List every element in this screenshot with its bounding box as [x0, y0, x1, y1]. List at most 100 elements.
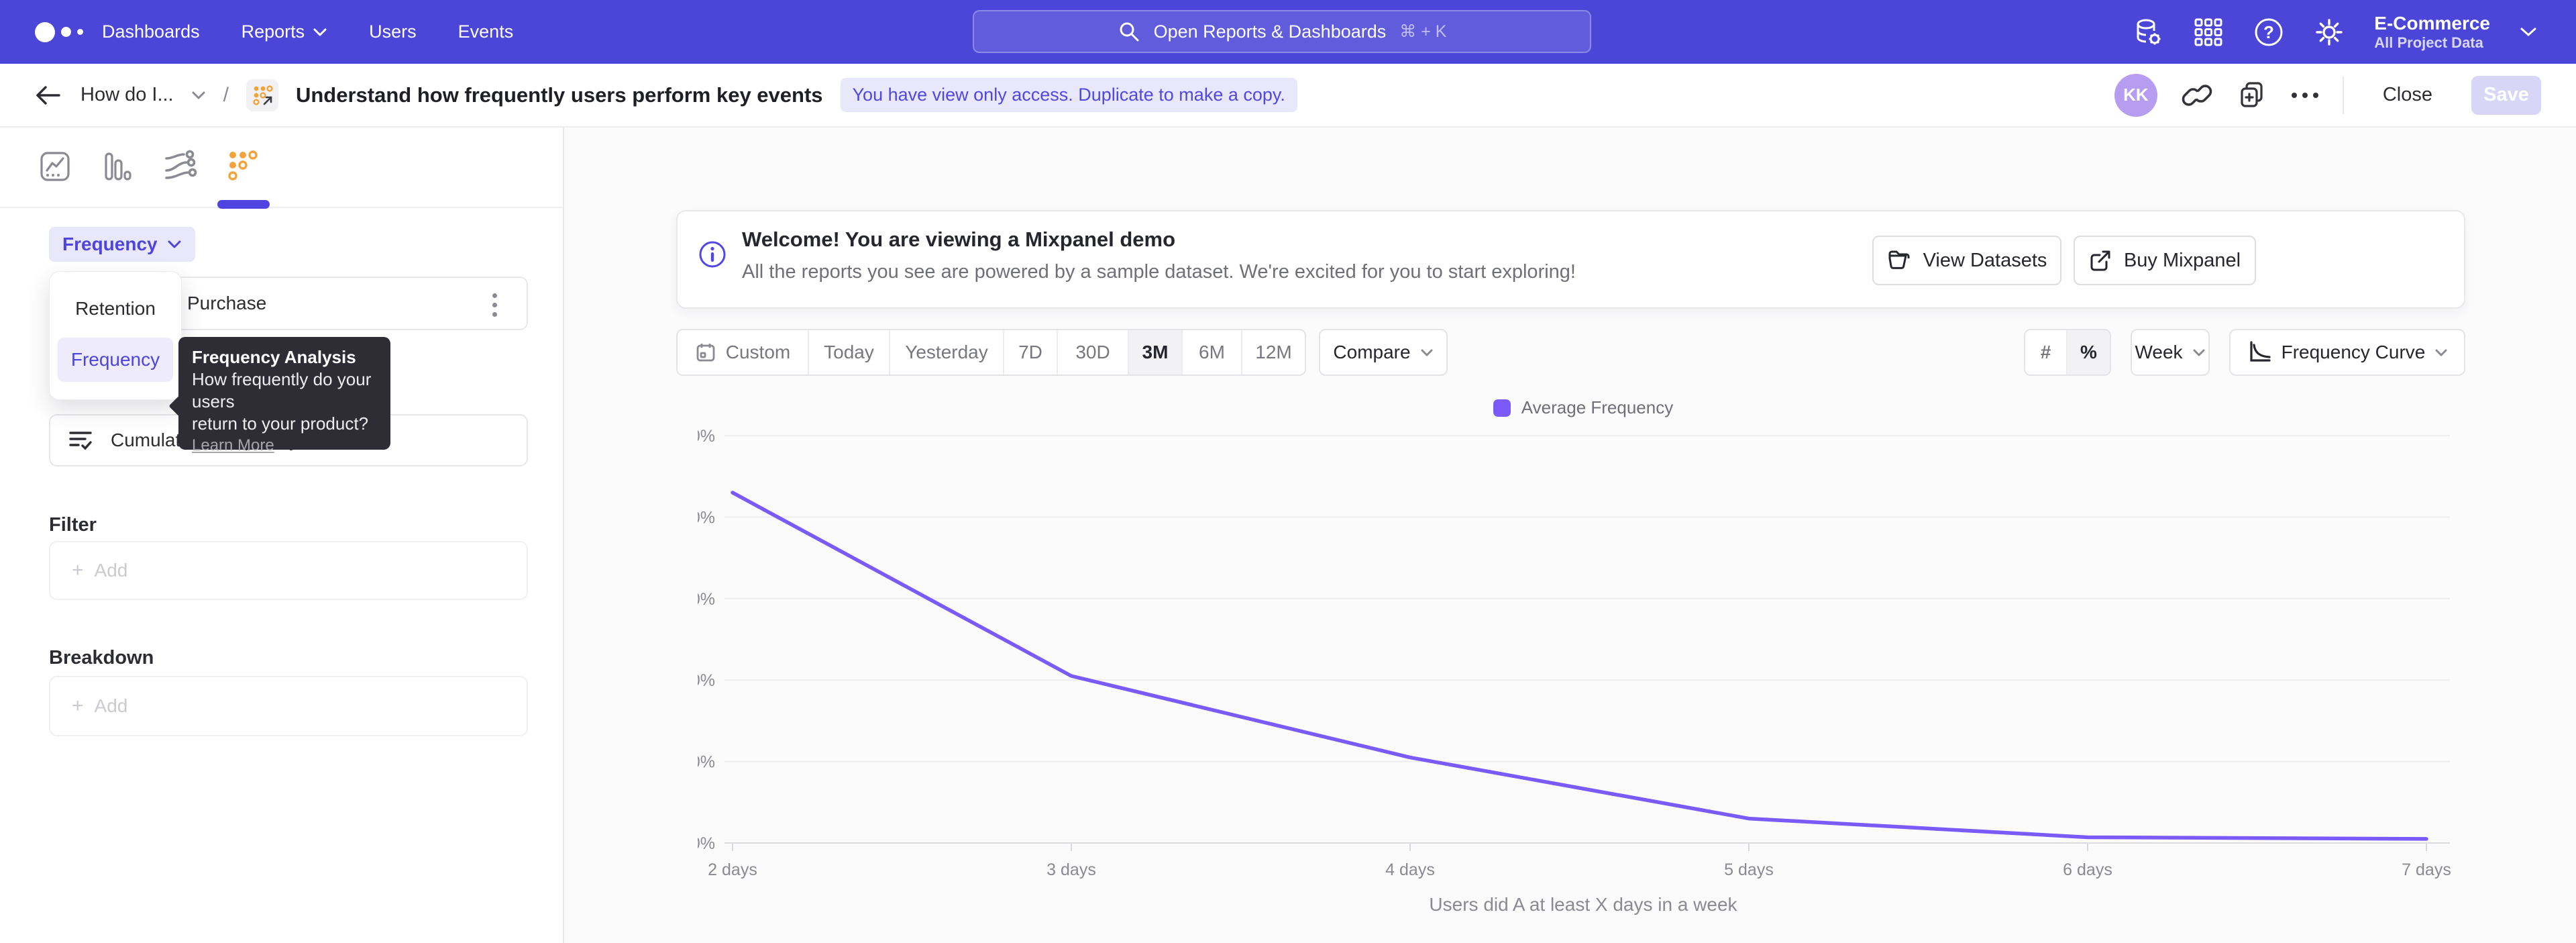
- svg-text:?: ?: [2263, 22, 2274, 42]
- chevron-down-icon: [2434, 348, 2448, 357]
- svg-text:30%: 30%: [698, 590, 715, 609]
- svg-text:20%: 20%: [698, 671, 715, 690]
- value-format-toggle: # %: [2024, 329, 2111, 376]
- project-name: E-Commerce: [2374, 13, 2490, 34]
- svg-text:5 days: 5 days: [1724, 860, 1774, 879]
- project-switcher[interactable]: E-Commerce All Project Data: [2374, 13, 2490, 51]
- breakdown-heading: Breakdown: [49, 647, 154, 669]
- query-sidebar: Frequency Purchase Cumulative Frequency …: [0, 128, 564, 943]
- nav-reports[interactable]: Reports: [241, 21, 328, 42]
- tab-funnels[interactable]: [100, 149, 135, 184]
- tab-retention-active[interactable]: [225, 149, 260, 184]
- info-icon: [698, 240, 727, 269]
- range-yesterday[interactable]: Yesterday: [890, 330, 1004, 375]
- range-today[interactable]: Today: [809, 330, 890, 375]
- external-link-icon: [2089, 249, 2112, 272]
- interval-dropdown[interactable]: Week: [2131, 329, 2210, 376]
- active-tab-indicator: [217, 200, 270, 209]
- copy-link-icon[interactable]: [2182, 80, 2212, 111]
- banner-title: Welcome! You are viewing a Mixpanel demo: [742, 228, 1175, 252]
- search-placeholder: Open Reports & Dashboards: [1154, 21, 1387, 42]
- plus-icon: +: [72, 695, 84, 717]
- report-header: How do I... / Understand how frequently …: [0, 64, 2576, 128]
- svg-text:3 days: 3 days: [1046, 860, 1096, 879]
- save-button[interactable]: Save: [2471, 76, 2541, 115]
- nav-events[interactable]: Events: [458, 21, 514, 42]
- percent-toggle[interactable]: %: [2068, 330, 2110, 375]
- back-arrow-icon[interactable]: [34, 84, 63, 107]
- tab-insights[interactable]: [38, 149, 72, 184]
- legend-label: Average Frequency: [1521, 397, 1673, 418]
- header-divider: [2343, 77, 2344, 114]
- dropdown-item-frequency[interactable]: Frequency: [58, 338, 173, 382]
- filter-add-button[interactable]: +Add: [49, 541, 528, 600]
- chevron-down-icon: [2192, 348, 2206, 357]
- help-icon[interactable]: ?: [2253, 17, 2284, 48]
- calendar-icon: [695, 342, 716, 363]
- chart-caption: Users did A at least X days in a week: [698, 894, 2469, 915]
- chevron-down-icon[interactable]: [191, 91, 206, 100]
- svg-text:40%: 40%: [698, 508, 715, 527]
- more-actions-button[interactable]: [2292, 80, 2318, 111]
- frequency-chart[interactable]: 0%10%20%30%40%50%2 days3 days4 days5 day…: [698, 416, 2469, 893]
- range-custom[interactable]: Custom: [678, 330, 809, 375]
- svg-text:6 days: 6 days: [2063, 860, 2112, 879]
- svg-text:7 days: 7 days: [2402, 860, 2451, 879]
- close-button[interactable]: Close: [2368, 77, 2447, 113]
- search-shortcut: ⌘ + K: [1399, 21, 1446, 42]
- count-toggle[interactable]: #: [2025, 330, 2068, 375]
- view-datasets-button[interactable]: View Datasets: [1872, 236, 2061, 285]
- app-window: Dashboards Reports Users Events Open Rep…: [0, 0, 2576, 943]
- compare-button[interactable]: Compare: [1319, 329, 1448, 376]
- chart-type-dropdown[interactable]: Frequency Curve: [2229, 329, 2465, 376]
- list-check-icon: [68, 428, 93, 452]
- range-7d[interactable]: 7D: [1004, 330, 1058, 375]
- data-management-icon[interactable]: [2133, 17, 2163, 48]
- buy-mixpanel-button[interactable]: Buy Mixpanel: [2074, 236, 2256, 285]
- plus-icon: +: [72, 559, 84, 582]
- breakdown-add-button[interactable]: +Add: [49, 676, 528, 736]
- range-12m[interactable]: 12M: [1242, 330, 1305, 375]
- settings-gear-icon[interactable]: [2314, 17, 2345, 48]
- learn-more-link[interactable]: Learn More: [192, 435, 377, 456]
- tooltip-title: Frequency Analysis: [192, 346, 377, 368]
- svg-text:0%: 0%: [698, 834, 715, 853]
- measurement-dropdown-trigger[interactable]: Frequency: [49, 227, 195, 262]
- global-search-input[interactable]: Open Reports & Dashboards ⌘ + K: [973, 10, 1591, 53]
- svg-text:4 days: 4 days: [1385, 860, 1435, 879]
- demo-banner: Welcome! You are viewing a Mixpanel demo…: [676, 210, 2465, 309]
- legend-swatch: [1493, 399, 1511, 417]
- chart-type-tabbar: [0, 128, 563, 208]
- duplicate-icon[interactable]: [2237, 80, 2267, 111]
- mixpanel-logo-icon[interactable]: [35, 0, 83, 64]
- chart-legend[interactable]: Average Frequency: [698, 397, 2469, 418]
- dropdown-item-retention[interactable]: Retention: [58, 287, 173, 331]
- svg-text:10%: 10%: [698, 753, 715, 772]
- breadcrumb[interactable]: How do I...: [80, 84, 174, 106]
- folder-icon: [1887, 250, 1911, 271]
- tab-flows[interactable]: [162, 149, 197, 184]
- event-kebab-menu[interactable]: [481, 290, 508, 319]
- breadcrumb-separator: /: [223, 84, 229, 107]
- range-6m[interactable]: 6M: [1183, 330, 1242, 375]
- nav-dashboards[interactable]: Dashboards: [102, 21, 200, 42]
- frequency-tooltip: Frequency Analysis How frequently do you…: [178, 337, 390, 450]
- range-30d[interactable]: 30D: [1058, 330, 1129, 375]
- svg-text:2 days: 2 days: [708, 860, 757, 879]
- report-main: Welcome! You are viewing a Mixpanel demo…: [566, 128, 2576, 943]
- top-nav-right: ? E-Commerce All Project Data: [2133, 0, 2537, 64]
- chevron-down-icon: [167, 240, 182, 249]
- banner-subtitle: All the reports you see are powered by a…: [742, 261, 1576, 283]
- nav-users[interactable]: Users: [369, 21, 417, 42]
- measurement-dropdown-menu: Retention Frequency: [49, 271, 182, 400]
- avatar[interactable]: KK: [2114, 74, 2157, 117]
- page-title: Understand how frequently users perform …: [296, 83, 823, 107]
- view-only-notice[interactable]: You have view only access. Duplicate to …: [841, 78, 1297, 112]
- chevron-down-icon: [2520, 27, 2537, 38]
- chevron-down-icon: [313, 28, 327, 37]
- report-type-icon: [246, 79, 278, 111]
- range-3m-active[interactable]: 3M: [1129, 330, 1183, 375]
- apps-grid-icon[interactable]: [2193, 17, 2224, 48]
- event-name: Purchase: [187, 293, 266, 314]
- top-navbar: Dashboards Reports Users Events Open Rep…: [0, 0, 2576, 64]
